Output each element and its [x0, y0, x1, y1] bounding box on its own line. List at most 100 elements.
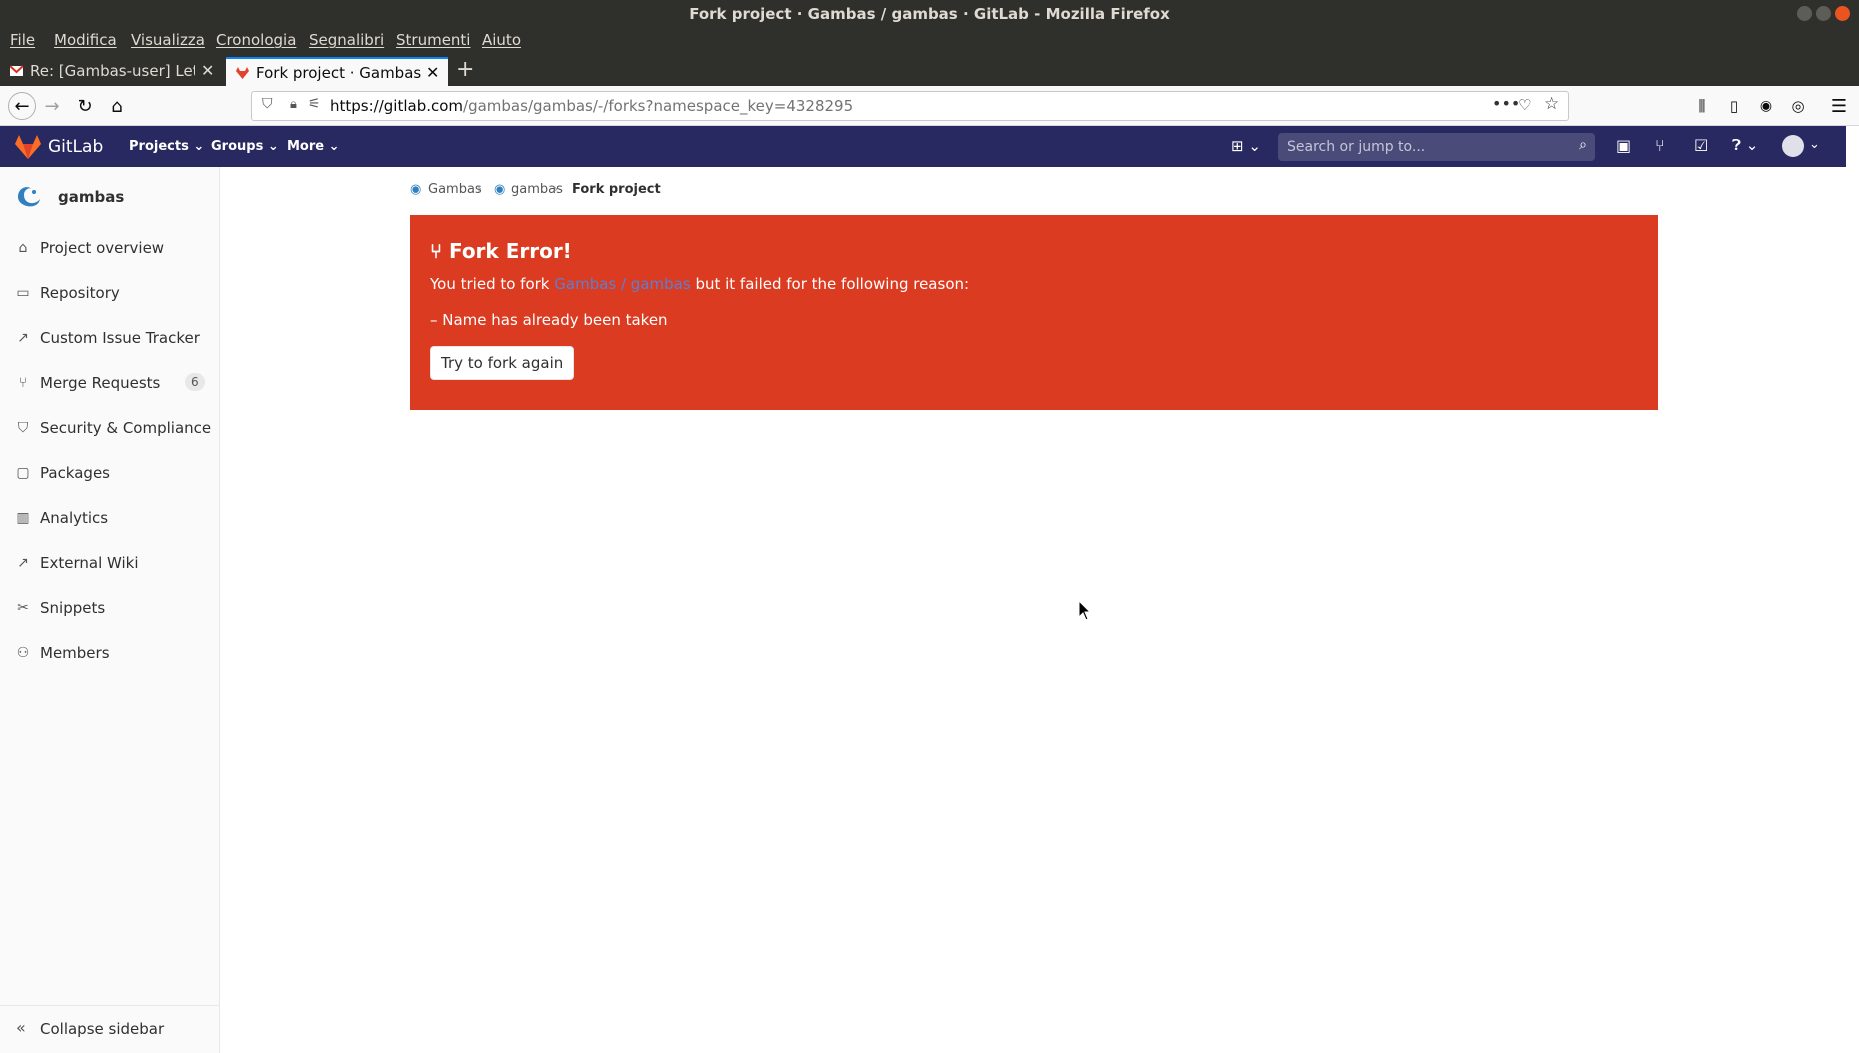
hamburger-menu-icon[interactable]: ☰ [1827, 94, 1851, 118]
menu-visualizza[interactable]: Visualizza [131, 31, 205, 49]
pocket-icon[interactable]: ♡ [1518, 96, 1531, 114]
menu-file[interactable]: File [10, 31, 35, 49]
window-titlebar: Fork project · Gambas / gambas · GitLab … [0, 0, 1859, 28]
minimize-icon[interactable] [1797, 6, 1812, 21]
sidebar-item-repository[interactable]: ▭ Repository [0, 274, 219, 314]
shield-icon: ⛉ [17, 420, 29, 436]
users-icon: ⚇ [16, 645, 30, 661]
merge-request-icon: ⑂ [18, 375, 28, 391]
tab-gmail[interactable]: Re: [Gambas-user] Let me ✕ [0, 57, 222, 86]
sidebar-item-label: Repository [40, 284, 120, 302]
collapse-sidebar-button[interactable]: « Collapse sidebar [0, 1005, 219, 1053]
gmail-icon [10, 65, 23, 76]
package-icon: ▢ [16, 465, 30, 481]
sidebar-item-label: Project overview [40, 239, 165, 257]
collapse-sidebar-label: Collapse sidebar [40, 1020, 165, 1038]
forward-icon[interactable]: → [40, 94, 64, 118]
breadcrumb-separator-icon: › [477, 182, 483, 197]
new-item-icon[interactable]: ⊞ ⌄ [1231, 137, 1261, 155]
sidebar-item-analytics[interactable]: ▥ Analytics [0, 499, 219, 539]
sidebar-item-project-overview[interactable]: ⌂ Project overview [0, 229, 219, 269]
menu-segnalibri[interactable]: Segnalibri [309, 31, 384, 49]
try-fork-again-button[interactable]: Try to fork again [430, 346, 575, 380]
menu-aiuto[interactable]: Aiuto [482, 31, 521, 49]
sidebar-item-label: Security & Compliance [40, 419, 212, 437]
sidebar-toggle-icon[interactable]: ▯ [1722, 94, 1746, 118]
breadcrumb-current: Fork project [572, 182, 661, 197]
close-window-icon[interactable] [1835, 6, 1850, 21]
back-icon[interactable]: ← [8, 92, 36, 120]
sidebar-item-label: Snippets [40, 599, 106, 617]
book-icon: ▭ [16, 285, 30, 301]
sidebar-item-label: Members [40, 644, 110, 662]
permissions-icon[interactable]: ⚟ [308, 96, 321, 112]
gitlab-brand[interactable]: GitLab [48, 137, 103, 157]
tab-bar: Re: [Gambas-user] Let me ✕ Fork project … [0, 54, 1859, 86]
alert-message: You tried to fork Gambas / gambas but it… [430, 275, 970, 293]
sidebar-item-custom-issue-tracker[interactable]: ↗ Custom Issue Tracker [0, 319, 219, 359]
todos-icon[interactable]: ☑ [1694, 136, 1708, 155]
home-icon[interactable]: ⌂ [105, 94, 129, 118]
tracking-shield-icon[interactable]: ⛉ [262, 96, 273, 112]
external-link-icon: ↗ [17, 330, 29, 346]
nav-groups[interactable]: Groups ⌄ [211, 139, 279, 154]
project-name: gambas [58, 188, 125, 206]
gitlab-logo-icon[interactable] [15, 135, 41, 159]
sidebar-item-label: Custom Issue Tracker [40, 329, 200, 347]
url-bar[interactable]: ⛉ 🔒︎ ⚟ https://gitlab.com/gambas/gambas/… [251, 91, 1569, 121]
gitlab-icon [236, 67, 249, 79]
forked-project-link[interactable]: Gambas / gambas [554, 275, 690, 293]
library-icon[interactable]: ⫼ [1690, 94, 1714, 118]
page-actions-icon[interactable]: ••• [1492, 94, 1520, 113]
nav-more[interactable]: More ⌄ [287, 139, 340, 154]
avatar[interactable] [1782, 135, 1804, 157]
gitlab-header: GitLab Projects ⌄ Groups ⌄ More ⌄ ⊞ ⌄ Se… [0, 126, 1846, 167]
tab-label: Fork project · Gambas / g [256, 64, 421, 82]
tab-label: Re: [Gambas-user] Let me [30, 62, 195, 80]
sidebar-item-packages[interactable]: ▢ Packages [0, 454, 219, 494]
alert-title: ⑂ Fork Error! [430, 239, 572, 263]
alert-reason: – Name has already been taken [430, 311, 668, 329]
sidebar-item-security-compliance[interactable]: ⛉ Security & Compliance [0, 409, 219, 449]
merge-requests-icon[interactable]: ⑂ [1655, 136, 1665, 155]
breadcrumb-separator-icon: › [553, 182, 559, 197]
tab-fork-project[interactable]: Fork project · Gambas / g ✕ [226, 57, 448, 86]
menu-bar: File Modifica Visualizza Cronologia Segn… [0, 28, 1859, 54]
group-avatar-icon: ◉ [410, 182, 422, 197]
lock-icon[interactable]: 🔒︎ [290, 97, 297, 112]
extension-icon[interactable]: ◉ [1754, 94, 1778, 118]
merge-requests-count-badge: 6 [185, 373, 205, 391]
close-tab-icon[interactable]: ✕ [426, 63, 439, 82]
sidebar-item-label: Analytics [40, 509, 109, 527]
window-title: Fork project · Gambas / gambas · GitLab … [689, 5, 1170, 23]
sidebar-item-label: External Wiki [40, 554, 139, 572]
search-icon: ⌕ [1579, 137, 1587, 153]
maximize-icon[interactable] [1816, 6, 1831, 21]
menu-cronologia[interactable]: Cronologia [216, 31, 296, 49]
nav-toolbar: ← → ↻ ⌂ ⛉ 🔒︎ ⚟ https://gitlab.com/gambas… [0, 86, 1859, 126]
account-icon[interactable]: ◎ [1786, 94, 1810, 118]
sidebar-item-label: Packages [40, 464, 110, 482]
sidebar-item-merge-requests[interactable]: ⑂ Merge Requests 6 [0, 364, 219, 404]
issues-icon[interactable]: ▣ [1616, 136, 1631, 155]
menu-strumenti[interactable]: Strumenti [396, 31, 470, 49]
double-chevron-left-icon: « [16, 1018, 26, 1037]
scissors-icon: ✂ [17, 600, 29, 616]
sidebar-item-members[interactable]: ⚇ Members [0, 634, 219, 674]
fork-icon: ⑂ [430, 239, 442, 263]
chevron-down-icon[interactable]: ⌄ [1809, 137, 1820, 152]
search-input[interactable]: Search or jump to... ⌕ [1278, 133, 1595, 161]
sidebar-item-external-wiki[interactable]: ↗ External Wiki [0, 544, 219, 584]
mouse-cursor-icon [1078, 600, 1092, 621]
reload-icon[interactable]: ↻ [73, 94, 97, 118]
url-text[interactable]: https://gitlab.com/gambas/gambas/-/forks… [330, 97, 853, 115]
close-tab-icon[interactable]: ✕ [201, 61, 214, 80]
home-icon: ⌂ [18, 240, 28, 256]
breadcrumb-group-link[interactable]: Gambas [428, 182, 482, 197]
nav-projects[interactable]: Projects ⌄ [129, 139, 204, 154]
bookmark-star-icon[interactable]: ☆ [1544, 94, 1559, 114]
menu-modifica[interactable]: Modifica [54, 31, 117, 49]
new-tab-icon[interactable]: + [456, 57, 474, 82]
help-icon[interactable]: ❓︎ ⌄ [1732, 136, 1758, 154]
sidebar-item-snippets[interactable]: ✂ Snippets [0, 589, 219, 629]
